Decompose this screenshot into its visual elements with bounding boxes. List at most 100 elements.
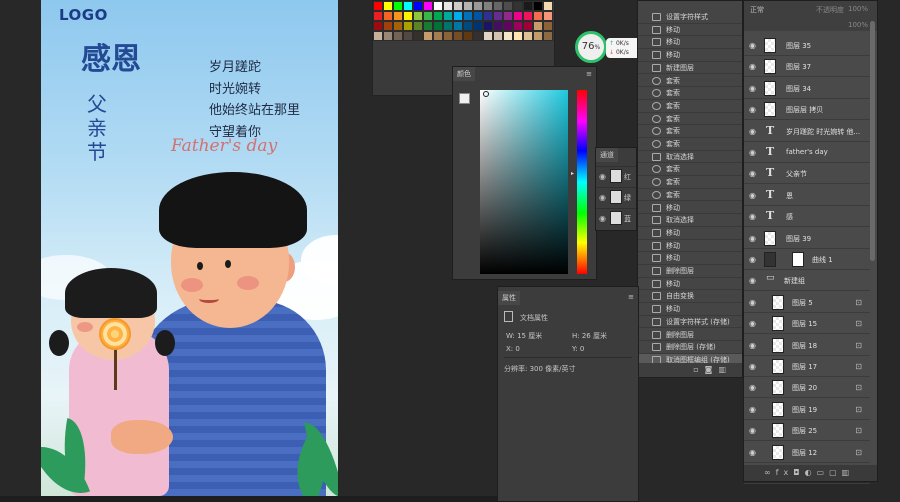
color-swatch[interactable] xyxy=(433,1,443,11)
color-swatch[interactable] xyxy=(523,21,533,31)
color-panel-tab[interactable]: 颜色 xyxy=(453,67,475,81)
layer-row[interactable]: ◉ T 父亲节 xyxy=(744,163,870,185)
trash-icon[interactable]: ▥ xyxy=(718,365,732,374)
color-swatch[interactable] xyxy=(403,1,413,11)
color-swatch[interactable] xyxy=(383,31,393,41)
x-field[interactable]: X: 0 xyxy=(506,345,520,353)
history-item[interactable]: 套索 xyxy=(638,176,742,189)
layer-row[interactable]: ◉ 图层 25 ⊡ xyxy=(744,420,870,442)
eye-icon[interactable]: ◉ xyxy=(749,319,756,328)
color-swatch[interactable] xyxy=(513,31,523,41)
color-swatch[interactable] xyxy=(473,31,483,41)
history-item[interactable]: 套索 xyxy=(638,138,742,151)
color-picker-cursor[interactable] xyxy=(483,91,489,97)
history-item[interactable]: 移动 xyxy=(638,252,742,265)
eye-icon[interactable]: ◉ xyxy=(749,148,756,157)
fx-icon[interactable]: fx xyxy=(776,468,794,477)
color-swatch[interactable] xyxy=(443,31,453,41)
color-swatch[interactable] xyxy=(373,11,383,21)
color-swatch[interactable] xyxy=(423,21,433,31)
new-snapshot-icon[interactable]: ▫ xyxy=(693,365,704,374)
eye-icon[interactable]: ◉ xyxy=(749,448,756,457)
eye-icon[interactable]: ◉ xyxy=(749,212,756,221)
eye-icon[interactable]: ◉ xyxy=(749,127,756,136)
eye-icon[interactable]: ◉ xyxy=(749,62,756,71)
layer-row[interactable]: ◉ 图层 18 ⊡ xyxy=(744,335,870,356)
color-swatch[interactable] xyxy=(523,31,533,41)
hue-arrow-icon[interactable]: ▸ xyxy=(571,170,574,177)
color-swatch[interactable] xyxy=(463,1,473,11)
color-swatch[interactable] xyxy=(373,31,383,41)
color-swatch[interactable] xyxy=(493,1,503,11)
eye-icon[interactable]: ◉ xyxy=(749,255,756,264)
color-swatch[interactable] xyxy=(393,11,403,21)
history-item[interactable]: 套索 xyxy=(638,100,742,113)
color-field[interactable] xyxy=(480,90,568,274)
channel-row[interactable]: ◉ 绿 xyxy=(596,187,636,207)
color-swatch[interactable] xyxy=(393,1,403,11)
color-swatch[interactable] xyxy=(543,31,553,41)
height-field[interactable]: H: 26 厘米 xyxy=(572,331,607,341)
history-item[interactable]: 删除图层 xyxy=(638,329,742,342)
color-swatch[interactable] xyxy=(403,21,413,31)
color-swatch[interactable] xyxy=(493,21,503,31)
folder-icon[interactable]: ▭ xyxy=(817,468,830,477)
eye-icon[interactable]: ◉ xyxy=(749,41,756,50)
fg-bg-color-chips[interactable] xyxy=(459,93,475,109)
color-swatch[interactable] xyxy=(443,21,453,31)
history-item[interactable]: 取消选择 xyxy=(638,214,742,227)
panel-menu-icon[interactable]: ≡ xyxy=(586,70,592,78)
eye-icon[interactable]: ◉ xyxy=(749,84,756,93)
color-swatch[interactable] xyxy=(423,31,433,41)
color-swatch[interactable] xyxy=(413,11,423,21)
color-swatch[interactable] xyxy=(453,11,463,21)
eye-icon[interactable]: ◉ xyxy=(599,172,606,181)
adjustment-icon[interactable]: ◐ xyxy=(805,468,817,477)
color-swatch[interactable] xyxy=(483,31,493,41)
color-swatch[interactable] xyxy=(423,1,433,11)
color-swatch[interactable] xyxy=(513,1,523,11)
color-swatch[interactable] xyxy=(443,1,453,11)
color-swatch[interactable] xyxy=(433,11,443,21)
history-item[interactable]: 新建图层 xyxy=(638,62,742,75)
width-field[interactable]: W: 15 厘米 xyxy=(506,331,542,341)
zoom-badge[interactable]: 76% xyxy=(575,31,607,63)
color-swatch[interactable] xyxy=(543,11,553,21)
color-swatch[interactable] xyxy=(433,31,443,41)
history-item[interactable]: 套索 xyxy=(638,189,742,202)
color-swatch[interactable] xyxy=(463,11,473,21)
color-swatch[interactable] xyxy=(453,31,463,41)
history-item[interactable]: 移动 xyxy=(638,278,742,291)
eye-icon[interactable]: ◉ xyxy=(749,405,756,414)
color-swatch[interactable] xyxy=(473,11,483,21)
color-swatch[interactable] xyxy=(463,21,473,31)
color-swatch[interactable] xyxy=(533,11,543,21)
layer-row[interactable]: ◉ T 岁月蹉跎 时光婉转 他... xyxy=(744,121,870,142)
color-swatch[interactable] xyxy=(453,1,463,11)
eye-icon[interactable]: ◉ xyxy=(749,169,756,178)
color-swatch[interactable] xyxy=(433,21,443,31)
layer-row[interactable]: ◉ 图层 20 ⊡ xyxy=(744,377,870,399)
layer-row[interactable]: ◉ 图层 5 ⊡ xyxy=(744,292,870,313)
eye-icon[interactable]: ◉ xyxy=(599,214,606,223)
color-swatch[interactable] xyxy=(413,31,423,41)
channel-row[interactable]: ◉ 蓝 xyxy=(596,208,636,228)
fill-value[interactable]: 100% xyxy=(848,21,868,29)
history-item[interactable]: 移动 xyxy=(638,24,742,37)
color-swatch[interactable] xyxy=(383,11,393,21)
color-swatch[interactable] xyxy=(533,1,543,11)
layer-row[interactable]: ◉ 图层 37 xyxy=(744,56,870,78)
history-item[interactable]: 移动 xyxy=(638,303,742,316)
eye-icon[interactable]: ◉ xyxy=(749,341,756,350)
layer-mask-thumbnail[interactable] xyxy=(792,252,804,267)
color-swatch[interactable] xyxy=(373,21,383,31)
channels-panel-tab[interactable]: 通道 xyxy=(596,148,618,162)
opacity-value[interactable]: 100% xyxy=(848,5,868,13)
history-item[interactable]: 设置字符样式 (存储) xyxy=(638,316,742,329)
layer-row[interactable]: ◉ ▭ 新建组 xyxy=(744,270,870,292)
history-item[interactable]: 套索 xyxy=(638,87,742,100)
color-swatch[interactable] xyxy=(373,1,383,11)
y-field[interactable]: Y: 0 xyxy=(572,345,584,353)
color-swatch[interactable] xyxy=(533,21,543,31)
layer-row[interactable]: ◉ 图层 12 ⊡ xyxy=(744,442,870,463)
